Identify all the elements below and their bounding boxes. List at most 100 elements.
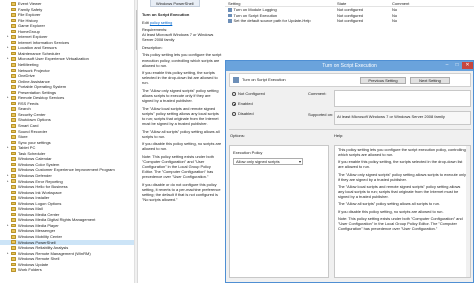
settings-list-body: Turn on Module Logging Not configured No Tu… — [225, 7, 474, 24]
radio-button[interactable] — [232, 91, 236, 96]
setting-icon — [228, 8, 232, 12]
folder-icon — [11, 218, 16, 222]
edit-policy-link[interactable]: policy setting — [150, 20, 173, 25]
next-setting-button[interactable]: Next Setting — [410, 77, 450, 84]
help-paragraph: The "Allow only signed scripts" policy s… — [338, 171, 466, 182]
dialog-divider — [229, 129, 471, 130]
tree-item-label: Work Folders — [18, 267, 42, 273]
folder-icon — [11, 112, 16, 117]
maximize-icon[interactable]: □ — [452, 62, 462, 69]
folder-icon — [11, 223, 16, 228]
setting-state: Not configured — [337, 18, 364, 23]
help-label: Help: — [334, 133, 344, 138]
help-panel: This policy setting lets you configure t… — [334, 145, 471, 278]
folder-icon — [11, 240, 16, 245]
folder-icon — [11, 229, 16, 233]
folder-icon — [11, 129, 16, 134]
radio-disabled[interactable]: Disabled — [232, 111, 254, 116]
description-paragraph: If you disable this policy setting, no s… — [142, 141, 222, 152]
execution-policy-select[interactable]: Allow only signed scripts ▾ — [233, 158, 303, 165]
folder-icon — [11, 107, 16, 111]
column-setting[interactable]: Setting — [225, 0, 337, 6]
tree-item[interactable]: Work Folders — [0, 267, 137, 273]
radio-button[interactable] — [232, 101, 236, 106]
supported-on-label: Supported on: — [308, 112, 334, 117]
help-paragraph: The "Allow local scripts and remote sign… — [338, 183, 461, 199]
description-body: This policy setting lets you configure t… — [142, 52, 222, 202]
chevron-down-icon: ▾ — [298, 159, 301, 164]
folder-icon — [11, 51, 16, 56]
setting-row[interactable]: Set the default source path for Update-H… — [225, 18, 474, 24]
help-paragraph: Note: This policy setting exists under b… — [338, 215, 463, 231]
description-paragraph: This policy setting lets you configure t… — [142, 52, 222, 68]
description-paragraph: The "Allow local scripts and remote sign… — [142, 105, 219, 127]
dialog-header: Turn on Script Execution Previous Settin… — [229, 73, 471, 87]
help-paragraph: If you enable this policy setting, the s… — [338, 159, 463, 170]
folder-icon — [11, 201, 16, 206]
column-comment[interactable]: Comment — [392, 0, 432, 6]
radio-label: Enabled — [238, 101, 253, 106]
folder-icon — [11, 140, 16, 145]
policy-dialog: Turn on Script Execution – □ ✕ Turn on S… — [225, 60, 474, 283]
help-scrollbar[interactable] — [466, 146, 470, 277]
folder-icon — [11, 35, 16, 39]
folder-icon — [11, 157, 16, 161]
settings-list: Setting State Comment Turn on Module Log… — [225, 0, 474, 60]
settings-list-header: Setting State Comment — [225, 0, 474, 7]
folder-icon — [11, 79, 16, 84]
folder-icon — [11, 251, 16, 256]
edit-policy-line: Edit policy setting — [142, 20, 222, 25]
radio-button[interactable] — [232, 111, 236, 116]
minimize-icon[interactable]: – — [442, 62, 452, 69]
folder-icon — [11, 196, 16, 200]
folder-icon — [11, 57, 16, 62]
setting-icon — [228, 13, 232, 17]
folder-icon — [11, 257, 16, 261]
previous-setting-button[interactable]: Previous Setting — [360, 77, 406, 84]
folder-icon — [11, 124, 16, 128]
execution-policy-value: Allow only signed scripts — [236, 159, 280, 164]
folder-icon — [11, 101, 16, 106]
folder-icon — [11, 262, 16, 267]
folder-icon — [11, 146, 16, 150]
folder-icon — [11, 46, 16, 50]
folder-icon — [11, 62, 16, 67]
folder-icon — [11, 234, 16, 239]
folder-icon — [11, 246, 16, 250]
folder-icon — [11, 168, 16, 172]
tree-list: Event Viewer Family Safety File Explorer Fi… — [0, 0, 137, 273]
folder-icon — [11, 90, 16, 95]
folder-icon — [11, 207, 16, 211]
folder-icon — [11, 29, 16, 34]
options-label: Options: — [230, 133, 245, 138]
radio-enabled[interactable]: Enabled — [232, 101, 253, 106]
policy-name: Turn on Script Execution — [242, 77, 286, 82]
folder-icon — [11, 85, 16, 89]
folder-icon — [11, 190, 16, 195]
radio-label: Not Configured — [238, 91, 265, 96]
folder-icon — [11, 74, 16, 78]
description-paragraph: Note: This policy setting exists under b… — [142, 154, 214, 180]
tree-scrollbar[interactable] — [134, 0, 137, 283]
folder-icon — [11, 135, 16, 139]
setting-cell: Set the default source path for Update-H… — [225, 18, 337, 24]
folder-icon — [11, 1, 16, 6]
policy-tree: Event Viewer Family Safety File Explorer Fi… — [0, 0, 138, 283]
folder-icon — [11, 13, 16, 17]
tree-scrollbar-thumb[interactable] — [135, 10, 137, 50]
column-state[interactable]: State — [337, 0, 392, 6]
close-icon[interactable]: ✕ — [462, 62, 473, 69]
radio-not-configured[interactable]: Not Configured — [232, 91, 265, 96]
folder-icon — [11, 212, 16, 217]
description-title: Turn on Script Execution — [142, 12, 190, 17]
description-paragraph: The "Allow only signed scripts" policy s… — [142, 88, 219, 104]
folder-icon — [11, 173, 16, 178]
folder-icon — [11, 18, 16, 23]
setting-comment: No — [392, 18, 398, 23]
comment-field[interactable] — [334, 90, 471, 107]
setting-icon — [228, 19, 232, 23]
supported-on-field: At least Microsoft Windows 7 or Windows … — [334, 111, 471, 125]
help-paragraph: If you disable this policy setting, no s… — [338, 208, 444, 214]
dialog-title: Turn on Script Execution — [322, 63, 377, 69]
category-tab: Windows PowerShell — [150, 0, 200, 7]
